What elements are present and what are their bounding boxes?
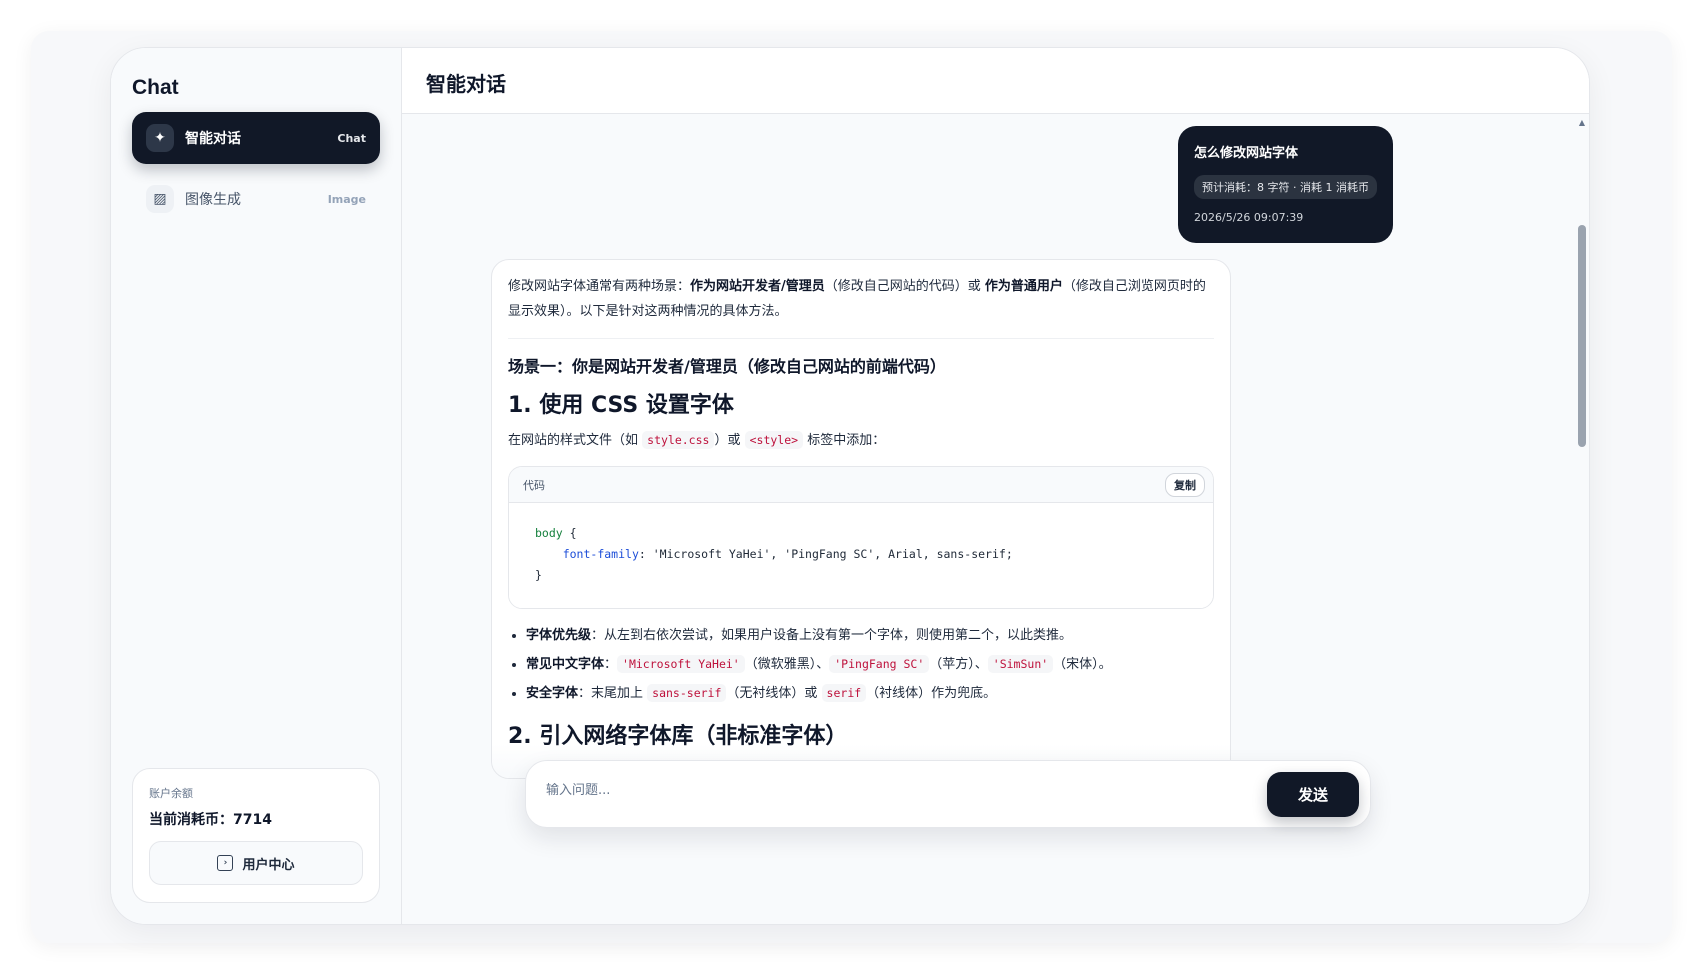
bullet-text: （衬线体）作为兜底。 [866,686,997,701]
message-input[interactable] [546,783,1246,798]
inline-code: 'SimSun' [987,655,1054,673]
balance-label: 账户余额 [149,787,193,800]
code-content: body { font-family: 'Microsoft YaHei', '… [509,503,1213,608]
intro-bold: 作为网站开发者/管理员 [690,279,825,294]
user-center-label: 用户中心 [242,857,295,873]
balance-value: 当前消耗币：7714 [149,812,272,828]
sidebar: Chat ✦ 智能对话 Chat ▨ 图像生成 Image 账户余额 当前消耗币… [111,48,402,924]
main-panel: 智能对话 ▲ 怎么修改网站字体 预计消耗：8 字符 · 消耗 1 消耗币 202… [402,48,1589,924]
section-heading: 1. 使用 CSS 设置字体 [508,393,734,418]
sidebar-item-tag: Chat [337,131,366,145]
scene-heading: 场景一：你是网站开发者/管理员（修改自己网站的前端代码） [508,357,946,376]
list-item: 安全字体：末尾加上 sans-serif（无衬线体）或 serif（衬线体）作为… [526,679,1214,708]
inline-code: style.css [642,431,715,449]
bullet-text: （无衬线体）或 [726,686,822,701]
sidebar-item-image[interactable]: ▨ 图像生成 Image [132,173,380,225]
bullet-text: ：末尾加上 [578,686,648,701]
list-item: 常见中文字体：'Microsoft YaHei'（微软雅黑）、'PingFang… [526,650,1214,679]
user-message-bubble: 怎么修改网站字体 预计消耗：8 字符 · 消耗 1 消耗币 2026/5/26 … [1178,126,1393,243]
bullet-key: 常见中文字体 [526,657,605,672]
inline-code: 'Microsoft YaHei' [617,655,745,673]
scroll-up-arrow-icon[interactable]: ▲ [1579,118,1585,127]
intro-bold: 作为普通用户 [984,279,1063,294]
balance-card: 账户余额 当前消耗币：7714 › 用户中心 [132,768,380,903]
intro-text: （修改自己网站的代码）或 [824,279,985,294]
sidebar-title: Chat [132,76,179,99]
code-property: font-family [562,547,639,561]
list-item: 字体优先级：从左到右依次尝试，如果用户设备上没有第一个字体，则使用第二个，以此类… [526,621,1214,650]
bullet-list: 字体优先级：从左到右依次尝试，如果用户设备上没有第一个字体，则使用第二个，以此类… [508,621,1214,708]
code-selector: body [535,526,563,540]
send-button[interactable]: 发送 [1267,772,1359,817]
code-text: { [562,526,577,540]
user-message-text: 怎么修改网站字体 [1194,146,1299,161]
paragraph-text: 标签中添加： [803,433,886,448]
code-text: : 'Microsoft YaHei', 'PingFang SC', Aria… [638,547,1013,561]
bullet-text: ：从左到右依次尝试，如果用户设备上没有第一个字体，则使用第二个，以此类推。 [591,628,1073,643]
inline-code: sans-serif [647,684,727,702]
message-timestamp: 2026/5/26 09:07:39 [1194,211,1304,224]
user-center-icon: › [217,855,234,871]
inline-code: 'PingFang SC' [829,655,930,673]
scrollbar-thumb[interactable] [1578,225,1586,447]
paragraph-text: 在网站的样式文件（如 [508,433,643,448]
sidebar-item-tag: Image [327,192,366,206]
code-block-header: 代码 复制 [509,467,1213,503]
bullet-text: （宋体）。 [1053,657,1112,672]
bullet-text: ： [604,657,618,672]
copy-button[interactable]: 复制 [1165,472,1205,497]
page-title: 智能对话 [426,72,506,96]
message-composer: 发送 [525,760,1371,828]
bullet-text: （微软雅黑）、 [744,657,830,672]
cost-estimate-badge: 预计消耗：8 字符 · 消耗 1 消耗币 [1194,175,1377,199]
app-window: Chat ✦ 智能对话 Chat ▨ 图像生成 Image 账户余额 当前消耗币… [110,47,1590,925]
bullet-text: （苹方）、 [929,657,988,672]
paragraph: 在网站的样式文件（如 style.css ）或 <style> 标签中添加： [508,429,1214,452]
code-block: 代码 复制 body { font-family: 'Microsoft YaH… [508,466,1214,609]
assistant-intro: 修改网站字体通常有两种场景：作为网站开发者/管理员（修改自己网站的代码）或 作为… [508,274,1214,339]
main-header: 智能对话 [402,48,1589,114]
image-icon: ▨ [146,185,174,213]
inline-code: serif [821,684,867,702]
sidebar-item-label: 智能对话 [185,131,241,147]
paragraph-text: ）或 [714,433,745,448]
assistant-message-card: 修改网站字体通常有两种场景：作为网站开发者/管理员（修改自己网站的代码）或 作为… [491,259,1231,779]
sparkle-icon: ✦ [146,124,174,152]
inline-code: <style> [744,431,804,449]
bullet-key: 安全字体 [526,686,579,701]
bullet-key: 字体优先级 [526,628,592,643]
code-text: } [535,568,542,582]
code-label: 代码 [523,478,545,492]
intro-text: 修改网站字体通常有两种场景： [508,279,691,294]
user-center-button[interactable]: › 用户中心 [149,841,363,885]
sidebar-item-label: 图像生成 [185,192,241,208]
sidebar-item-chat[interactable]: ✦ 智能对话 Chat [132,112,380,164]
